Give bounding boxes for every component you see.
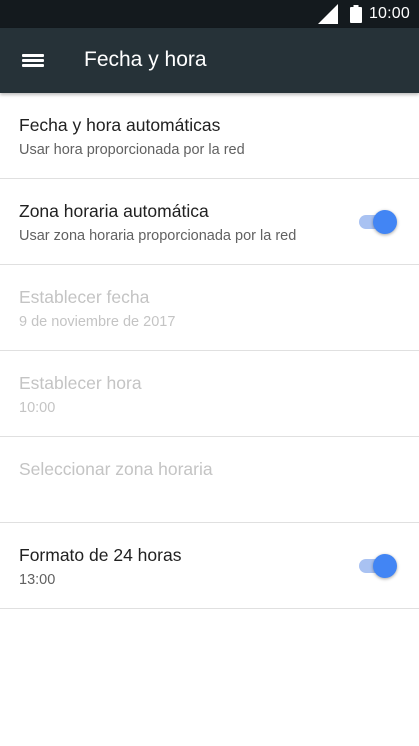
menu-icon[interactable] (22, 51, 44, 69)
setting-title: Seleccionar zona horaria (19, 459, 213, 479)
setting-auto-time-zone[interactable]: Zona horaria automática Usar zona horari… (0, 179, 419, 265)
setting-set-time: Establecer hora 10:00 (0, 351, 419, 437)
auto-time-zone-toggle[interactable] (357, 210, 397, 234)
setting-summary: 13:00 (19, 572, 56, 588)
setting-summary: Usar zona horaria proporcionada por la r… (19, 228, 297, 244)
battery-icon (349, 5, 362, 23)
setting-summary: 9 de noviembre de 2017 (19, 314, 176, 330)
status-icons: 10:00 (317, 0, 410, 28)
setting-title: Formato de 24 horas (19, 545, 182, 565)
page-title: Fecha y hora (84, 48, 207, 71)
setting-select-time-zone: Seleccionar zona horaria (0, 437, 419, 523)
setting-auto-date-time[interactable]: Fecha y hora automáticas Usar hora propo… (0, 93, 419, 179)
signal-icon (317, 4, 338, 24)
24-hour-format-toggle[interactable] (357, 554, 397, 578)
toggle-thumb (373, 210, 397, 234)
setting-title: Zona horaria automática (19, 201, 209, 221)
setting-set-date: Establecer fecha 9 de noviembre de 2017 (0, 265, 419, 351)
setting-24-hour-format[interactable]: Formato de 24 horas 13:00 (0, 523, 419, 609)
status-time: 10:00 (368, 5, 410, 22)
toggle-thumb (373, 554, 397, 578)
setting-title: Establecer fecha (19, 287, 150, 307)
setting-title: Fecha y hora automáticas (19, 115, 221, 135)
setting-title: Establecer hora (19, 373, 142, 393)
setting-summary: Usar hora proporcionada por la red (19, 142, 245, 158)
settings-list: Fecha y hora automáticas Usar hora propo… (0, 93, 419, 609)
setting-summary: 10:00 (19, 400, 56, 416)
toolbar: Fecha y hora (0, 28, 419, 93)
status-bar: 10:00 (0, 0, 419, 28)
